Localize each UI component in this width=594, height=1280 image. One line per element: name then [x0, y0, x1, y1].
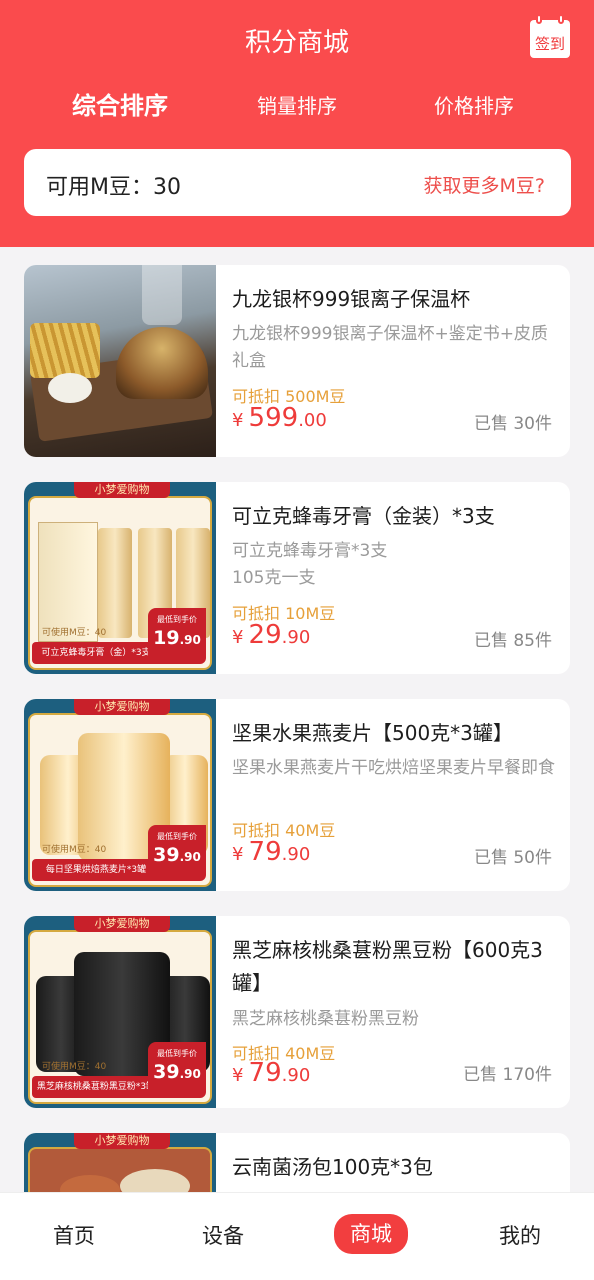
image-footer-text: 每日坚果烘焙燕麦片*3罐: [32, 859, 160, 881]
product-image: 可使用M豆：40 可立克蜂毒牙膏（金）*3支 最低到手价 19.90 小梦爱购物: [24, 482, 216, 674]
image-footer-text: 黑芝麻核桃桑葚粉黑豆粉*3罐: [32, 1076, 160, 1098]
tab-price-sort[interactable]: 价格排序: [384, 88, 564, 124]
product-title: 九龙银杯999银离子保温杯: [232, 287, 471, 311]
image-points-text: 可使用M豆：40: [42, 845, 107, 855]
product-image: 小梦爱购物: [24, 1133, 216, 1193]
product-card[interactable]: 可使用M豆：40 每日坚果烘焙燕麦片*3罐 最低到手价 39.90 小梦爱购物 …: [24, 699, 570, 891]
tab-comprehensive-sort[interactable]: 综合排序: [30, 88, 210, 124]
page-title: 积分商城: [244, 28, 349, 58]
product-price: ¥ 599.00: [232, 403, 327, 433]
product-price: ¥ 79.90: [232, 1058, 311, 1088]
product-card[interactable]: 九龙银杯999银离子保温杯 九龙银杯999银离子保温杯+鉴定书+皮质礼盒 可抵扣…: [24, 265, 570, 457]
product-description: 可立克蜂毒牙膏*3支 105克一支: [232, 541, 388, 588]
product-image: 可使用M豆：40 黑芝麻核桃桑葚粉黑豆粉*3罐 最低到手价 39.90 小梦爱购…: [24, 916, 216, 1108]
product-description: 黑芝麻核桃桑葚粉黑豆粉: [232, 1009, 419, 1029]
price-decimal: .00: [298, 410, 327, 431]
image-banner: 小梦爱购物: [74, 916, 170, 932]
image-price-badge: 最低到手价 39.90: [148, 825, 206, 881]
image-points-text: 可使用M豆：40: [42, 1062, 107, 1072]
product-card[interactable]: 可使用M豆：40 可立克蜂毒牙膏（金）*3支 最低到手价 19.90 小梦爱购物…: [24, 482, 570, 674]
product-price: ¥ 79.90: [232, 837, 311, 867]
nav-mall[interactable]: 商城: [334, 1214, 408, 1254]
product-sold-count: 已售 170件: [463, 1065, 552, 1085]
sort-tabs: 综合排序 销量排序 价格排序: [0, 88, 594, 124]
product-description: 九龙银杯999银离子保温杯+鉴定书+皮质礼盒: [232, 324, 548, 371]
image-price-badge: 最低到手价 19.90: [148, 608, 206, 664]
price-currency: ¥: [232, 410, 244, 431]
product-title: 黑芝麻核桃桑葚粉黑豆粉【600克3罐】: [232, 938, 543, 995]
product-sold-count: 已售 30件: [473, 414, 552, 434]
image-footer-text: 可立克蜂毒牙膏（金）*3支: [32, 642, 160, 664]
get-more-points-link[interactable]: 获取更多M豆?: [424, 171, 545, 198]
bottom-nav: 首页 设备 商城 我的: [0, 1192, 594, 1280]
product-title: 可立克蜂毒牙膏（金装）*3支: [232, 504, 495, 528]
image-points-text: 可使用M豆：40: [42, 628, 107, 638]
tab-sales-sort[interactable]: 销量排序: [207, 88, 387, 124]
calendar-rings: [536, 14, 564, 24]
sign-in-label: 签到: [534, 35, 565, 53]
product-sold-count: 已售 50件: [473, 848, 552, 868]
header: 积分商城 签到 综合排序 销量排序 价格排序 可用M豆：30 获取更多M豆?: [0, 0, 594, 247]
image-banner: 小梦爱购物: [74, 699, 170, 715]
product-image: [24, 265, 216, 457]
nav-profile[interactable]: 我的: [480, 1221, 560, 1251]
product-image: 可使用M豆：40 每日坚果烘焙燕麦片*3罐 最低到手价 39.90 小梦爱购物: [24, 699, 216, 891]
nav-home[interactable]: 首页: [34, 1221, 114, 1251]
product-title: 坚果水果燕麦片【500克*3罐】: [232, 721, 513, 745]
product-card[interactable]: 小梦爱购物 云南菌汤包100克*3包: [24, 1133, 570, 1193]
points-card: 可用M豆：30 获取更多M豆?: [24, 149, 571, 216]
product-title: 云南菌汤包100克*3包: [232, 1155, 433, 1179]
image-price-badge: 最低到手价 39.90: [148, 1042, 206, 1098]
available-points: 可用M豆：30: [46, 175, 181, 200]
product-description: 坚果水果燕麦片干吃烘焙坚果麦片早餐即食: [232, 758, 555, 778]
image-banner: 小梦爱购物: [74, 1133, 170, 1149]
sign-in-calendar-icon[interactable]: 签到: [530, 14, 570, 58]
image-banner: 小梦爱购物: [74, 482, 170, 498]
product-price: ¥ 29.90: [232, 620, 311, 650]
product-sold-count: 已售 85件: [473, 631, 552, 651]
product-card[interactable]: 可使用M豆：40 黑芝麻核桃桑葚粉黑豆粉*3罐 最低到手价 39.90 小梦爱购…: [24, 916, 570, 1108]
nav-device[interactable]: 设备: [183, 1221, 263, 1251]
price-integer: 599: [248, 403, 299, 433]
